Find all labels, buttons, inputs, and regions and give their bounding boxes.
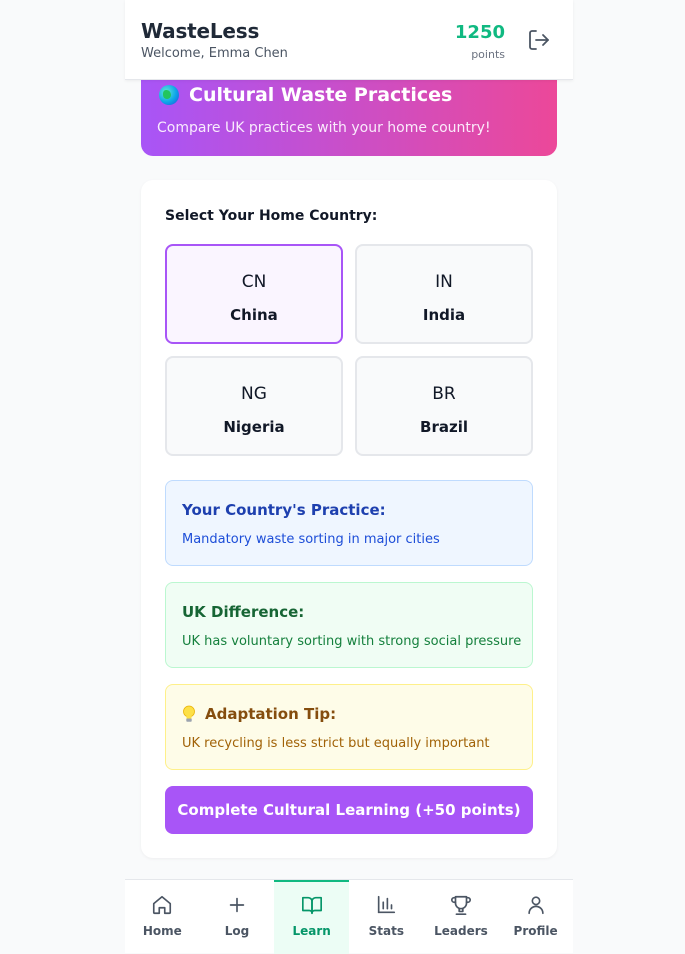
practice-text: Mandatory waste sorting in major cities [182, 532, 440, 547]
difference-title: UK Difference: [182, 603, 305, 621]
nav-label: Leaders [434, 924, 488, 938]
uk-difference-box: UK Difference: UK has voluntary sorting … [165, 582, 533, 668]
nav-learn[interactable]: Learn [274, 880, 349, 954]
home-icon [153, 895, 172, 915]
cultural-banner: Cultural Waste Practices Compare UK prac… [141, 72, 557, 156]
practice-title: Your Country's Practice: [182, 501, 386, 519]
country-option-china[interactable]: CN China [165, 244, 343, 344]
banner-subtitle: Compare UK practices with your home coun… [157, 120, 491, 136]
app-title: WasteLess [141, 19, 260, 43]
country-name: India [422, 306, 466, 324]
country-name: Nigeria [223, 418, 285, 436]
nav-label: Log [224, 924, 250, 938]
banner-title-row: Cultural Waste Practices [159, 84, 452, 106]
app-shell: WasteLess Welcome, Emma Chen 1250 points… [125, 0, 573, 954]
nav-stats[interactable]: Stats [349, 880, 424, 954]
nav-profile[interactable]: Profile [498, 880, 573, 954]
tip-title-row: Adaptation Tip: [182, 705, 336, 723]
country-option-brazil[interactable]: BR Brazil [355, 356, 533, 456]
nav-label: Learn [292, 924, 331, 938]
nav-log[interactable]: Log [200, 880, 275, 954]
banner-title: Cultural Waste Practices [189, 84, 453, 106]
country-practice-box: Your Country's Practice: Mandatory waste… [165, 480, 533, 566]
user-icon [527, 896, 544, 915]
tip-text: UK recycling is less strict but equally … [182, 736, 490, 751]
nav-leaders[interactable]: Leaders [424, 880, 499, 954]
app-header: WasteLess Welcome, Emma Chen 1250 points [125, 0, 573, 80]
points-label: points [471, 48, 505, 61]
country-option-nigeria[interactable]: NG Nigeria [165, 356, 343, 456]
plus-icon [229, 897, 245, 913]
lightbulb-icon [182, 705, 196, 723]
country-code: IN [435, 272, 453, 292]
tip-title: Adaptation Tip: [205, 705, 337, 723]
trophy-icon [450, 895, 471, 915]
difference-text: UK has voluntary sorting with strong soc… [182, 634, 522, 649]
country-name: Brazil [420, 418, 468, 436]
adaptation-tip-box: Adaptation Tip: UK recycling is less str… [165, 684, 533, 770]
country-code: CN [241, 272, 267, 292]
complete-learning-button[interactable]: Complete Cultural Learning (+50 points) [165, 786, 533, 834]
cultural-card: Select Your Home Country: CN China IN In… [141, 180, 557, 858]
nav-label: Stats [368, 924, 404, 938]
bar-chart-icon [378, 895, 396, 914]
globe-icon [159, 85, 179, 105]
book-icon [301, 896, 322, 915]
points-value: 1250 [454, 22, 505, 43]
logout-icon[interactable] [527, 28, 551, 52]
nav-label: Profile [513, 924, 558, 938]
bottom-nav: Home Log Learn Stats Leaders Profile [125, 879, 573, 954]
select-country-label: Select Your Home Country: [165, 208, 378, 224]
country-name: China [230, 306, 278, 324]
nav-label: Home [142, 924, 182, 938]
country-code: NG [241, 384, 267, 404]
country-option-india[interactable]: IN India [355, 244, 533, 344]
welcome-text: Welcome, Emma Chen [141, 46, 288, 61]
nav-home[interactable]: Home [125, 880, 200, 954]
country-code: BR [432, 384, 456, 404]
